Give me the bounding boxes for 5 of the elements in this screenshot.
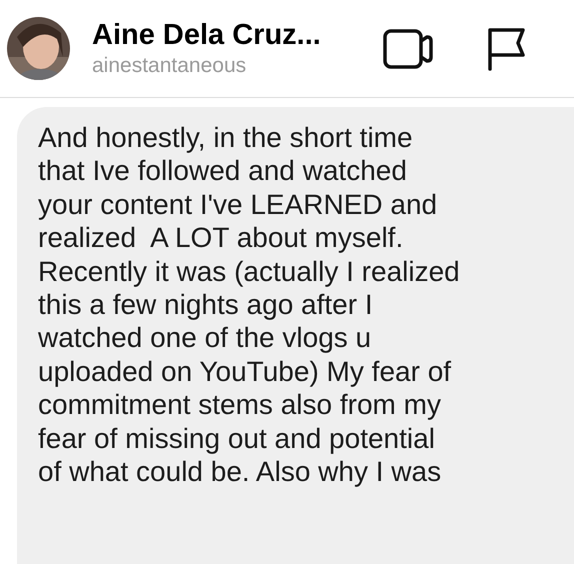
flag-icon[interactable] bbox=[487, 26, 527, 70]
message-text: And honestly, in the short time that Ive followed and watched your content I've LEARNED and realized A LOT about myself. Recently it was (actually I realized this a few nights ago after I watched one of the vlogs u uploaded on YouTube) My fear of commitment stems also from my fear of missing out and potential of what could be. Also why I was bbox=[38, 121, 461, 488]
video-camera-icon[interactable] bbox=[383, 28, 433, 68]
username: ainestantaneous bbox=[92, 52, 248, 78]
contact-name: Aine Dela Cruz... bbox=[92, 18, 322, 52]
